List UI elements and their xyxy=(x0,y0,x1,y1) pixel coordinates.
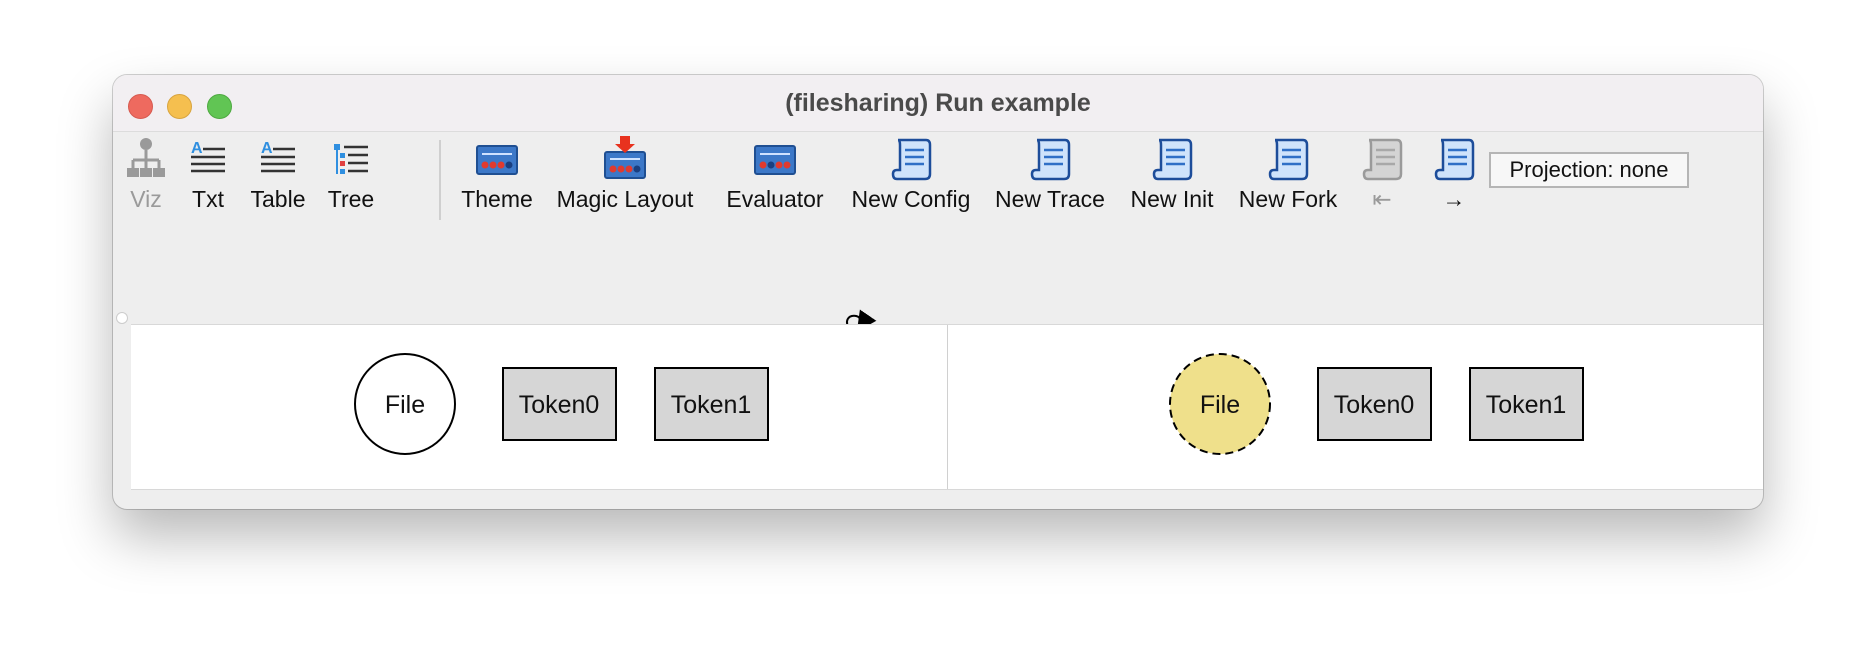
viz-tree-icon xyxy=(127,138,165,177)
txt-label: Txt xyxy=(192,186,224,212)
scroll-icon xyxy=(1030,138,1071,181)
svg-text:A: A xyxy=(261,140,273,157)
new-config-button[interactable]: New Config xyxy=(846,132,976,222)
file-node[interactable]: File xyxy=(354,353,456,455)
txt-button[interactable]: A Txt xyxy=(183,132,233,222)
text-view-icon: A xyxy=(191,140,225,173)
tree-label: Tree xyxy=(327,186,375,212)
evaluator-button[interactable]: Evaluator xyxy=(719,132,831,222)
window-title: (filesharing) Run example xyxy=(785,89,1091,117)
svg-text:A: A xyxy=(191,140,203,157)
evaluator-label: Evaluator xyxy=(726,186,824,212)
theme-icon xyxy=(476,145,518,175)
title-bar: (filesharing) Run example xyxy=(113,75,1763,132)
table-label: Table xyxy=(250,186,306,212)
tree-button[interactable]: Tree xyxy=(323,132,379,222)
toolbar-separator xyxy=(439,140,441,220)
token0-node[interactable]: Token0 xyxy=(502,367,617,441)
token1-node[interactable]: Token1 xyxy=(1469,367,1584,441)
instance-panes: File Token0 Token1 File Token0 Token1 xyxy=(131,324,1763,490)
new-fork-button[interactable]: New Fork xyxy=(1233,132,1343,222)
instance-pane-left: File Token0 Token1 xyxy=(354,353,769,455)
new-init-button[interactable]: New Init xyxy=(1123,132,1221,222)
toolbar: Viz A Txt A Table Tree Theme Magic Layou… xyxy=(113,132,1763,302)
evaluator-icon xyxy=(754,145,796,175)
table-button[interactable]: A Table xyxy=(245,132,311,222)
app-window: (filesharing) Run example Viz A Txt A Ta… xyxy=(113,75,1763,509)
projection-button[interactable]: Projection: none xyxy=(1489,152,1689,188)
file-node-label: File xyxy=(385,391,425,419)
next-state-label: → xyxy=(1442,186,1466,212)
file-node-label: File xyxy=(1200,391,1240,419)
scroll-icon xyxy=(1268,138,1309,181)
instance-pane-right: File Token0 Token1 xyxy=(1169,353,1584,455)
file-node-highlighted[interactable]: File xyxy=(1169,353,1271,455)
tree-view-icon xyxy=(334,144,368,174)
go-to-start-button[interactable]: ⇤ xyxy=(1354,132,1410,222)
scroll-icon xyxy=(891,138,932,181)
split-handle[interactable] xyxy=(116,312,128,324)
theme-label: Theme xyxy=(461,186,533,212)
viz-label: Viz xyxy=(130,186,162,212)
go-to-start-label: ⇤ xyxy=(1372,186,1392,212)
token1-node[interactable]: Token1 xyxy=(654,367,769,441)
viz-button[interactable]: Viz xyxy=(121,132,171,222)
new-init-label: New Init xyxy=(1130,186,1214,212)
token1-node-label: Token1 xyxy=(671,391,752,419)
token0-node[interactable]: Token0 xyxy=(1317,367,1432,441)
scroll-icon xyxy=(1152,138,1193,181)
magic-layout-label: Magic Layout xyxy=(556,186,694,212)
scroll-icon xyxy=(1362,138,1403,181)
next-state-button[interactable]: → xyxy=(1426,132,1482,222)
magic-layout-button[interactable]: Magic Layout xyxy=(553,132,697,222)
new-config-label: New Config xyxy=(851,186,971,212)
theme-button[interactable]: Theme xyxy=(459,132,535,222)
magic-layout-icon xyxy=(604,136,646,179)
new-fork-label: New Fork xyxy=(1238,186,1338,212)
token0-node-label: Token0 xyxy=(519,391,600,419)
token1-node-label: Token1 xyxy=(1486,391,1567,419)
new-trace-button[interactable]: New Trace xyxy=(990,132,1110,222)
token0-node-label: Token0 xyxy=(1334,391,1415,419)
table-view-icon: A xyxy=(261,140,295,173)
scroll-icon xyxy=(1434,138,1475,181)
new-trace-label: New Trace xyxy=(995,186,1105,212)
